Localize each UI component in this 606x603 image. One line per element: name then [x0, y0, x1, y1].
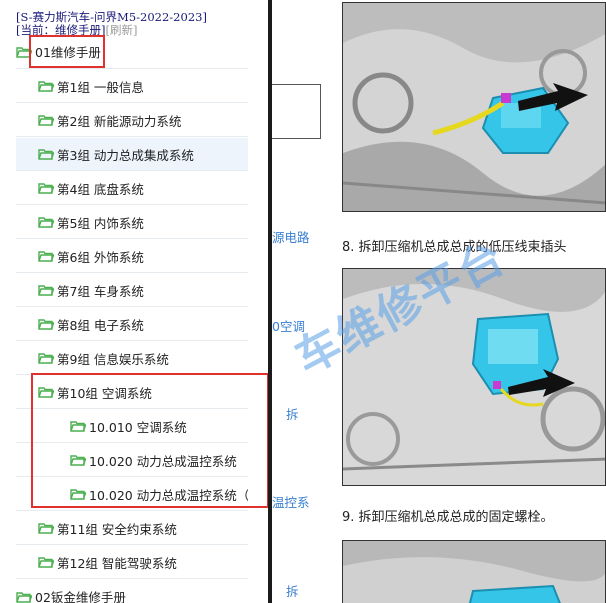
folder-icon [38, 114, 55, 126]
figure-photo-3 [342, 540, 606, 603]
folder-icon [38, 284, 55, 296]
tree-item-label: 第4组 底盘系统 [57, 181, 144, 197]
tree-item-group-4[interactable]: 第4组 底盘系统 [16, 172, 248, 205]
step-9-text: 9. 拆卸压缩机总成总成的固定螺栓。 [342, 510, 554, 525]
folder-icon [38, 522, 55, 534]
folder-open-icon [16, 46, 33, 58]
tree-root-sheet-metal-manual[interactable]: 02钣金维修手册 [16, 580, 248, 603]
tree-item-group-9[interactable]: 第9组 信息娱乐系统 [16, 342, 248, 375]
tree-item-group-8[interactable]: 第8组 电子系统 [16, 308, 248, 341]
tree-item-label: 第2组 新能源动力系统 [57, 113, 182, 129]
tree-item-group-5[interactable]: 第5组 内饰系统 [16, 206, 248, 239]
tree-item-label: 第11组 安全约束系统 [57, 521, 177, 537]
tree-item-group-11[interactable]: 第11组 安全约束系统 [16, 512, 248, 545]
tree-item-subgroup-10-020[interactable]: 10.020 动力总成温控系统 [16, 444, 248, 477]
tree-item-group-1[interactable]: 第1组 一般信息 [16, 70, 248, 103]
side-link-2[interactable]: 0空调 [272, 316, 305, 335]
tree-item-group-6[interactable]: 第6组 外饰系统 [16, 240, 248, 273]
side-link-5[interactable]: 拆 [286, 581, 299, 600]
side-link-4[interactable]: 温控系 [272, 492, 310, 511]
side-link-1[interactable]: 源电路 [272, 227, 310, 246]
manual-tree-panel: [S-赛力斯汽车-问界M5-2022-2023] [当前：维修手册][刷新] 0… [0, 0, 268, 603]
folder-icon [38, 148, 55, 160]
folder-icon [38, 352, 55, 364]
folder-icon [38, 250, 55, 262]
tree-item-subgroup-10-010[interactable]: 10.010 空调系统 [16, 410, 248, 443]
folder-icon [70, 420, 87, 432]
tree-item-label: 第9组 信息娱乐系统 [57, 351, 169, 367]
folder-icon [70, 488, 87, 500]
side-link-3[interactable]: 拆 [286, 404, 299, 423]
tree-root-label: 01维修手册 [35, 45, 101, 60]
tree-item-group-3[interactable]: 第3组 动力总成集成系统 [16, 138, 248, 171]
folder-icon [38, 216, 55, 228]
folder-open-icon [16, 591, 33, 603]
folder-icon [38, 182, 55, 194]
tree-item-group-2[interactable]: 第2组 新能源动力系统 [16, 104, 248, 137]
tree-item-label: 第5组 内饰系统 [57, 215, 144, 231]
tree-item-label: 10.020 动力总成温控系统 [89, 453, 237, 469]
tree-item-label: 第7组 车身系统 [57, 283, 144, 299]
folder-icon [38, 386, 55, 398]
tree-root-repair-manual[interactable]: 01维修手册 [16, 35, 248, 69]
step-8-text: 8. 拆卸压缩机总成总成的低压线束插头 [342, 240, 567, 255]
document-viewer: 源电路 8. 拆卸压缩机总成总成的低压线束插头 0空调 拆 温控系 9. 拆卸压… [272, 0, 606, 603]
folder-icon [38, 80, 55, 92]
tree-item-group-10[interactable]: 第10组 空调系统 [16, 376, 248, 409]
tree-root-label: 02钣金维修手册 [35, 590, 126, 603]
tree-item-label: 第10组 空调系统 [57, 385, 152, 401]
tree-item-label: 第3组 动力总成集成系统 [57, 147, 194, 163]
tree-item-subgroup-10-020-hw[interactable]: 10.020 动力总成温控系统（HW [16, 478, 248, 511]
figure-photo-1 [342, 2, 606, 212]
tree-item-label: 第1组 一般信息 [57, 79, 144, 95]
tree-item-label: 第6组 外饰系统 [57, 249, 144, 265]
tree-item-group-12[interactable]: 第12组 智能驾驶系统 [16, 546, 248, 579]
figure-photo-2 [342, 268, 606, 486]
blank-frame [272, 84, 321, 139]
tree-item-label: 10.010 空调系统 [89, 419, 187, 435]
folder-icon [38, 318, 55, 330]
folder-icon [70, 454, 87, 466]
tree-item-label: 第8组 电子系统 [57, 317, 144, 333]
tree-item-group-7[interactable]: 第7组 车身系统 [16, 274, 248, 307]
tree-item-label: 第12组 智能驾驶系统 [57, 555, 177, 571]
folder-icon [38, 556, 55, 568]
tree-item-label: 10.020 动力总成温控系统（HW [89, 487, 248, 503]
